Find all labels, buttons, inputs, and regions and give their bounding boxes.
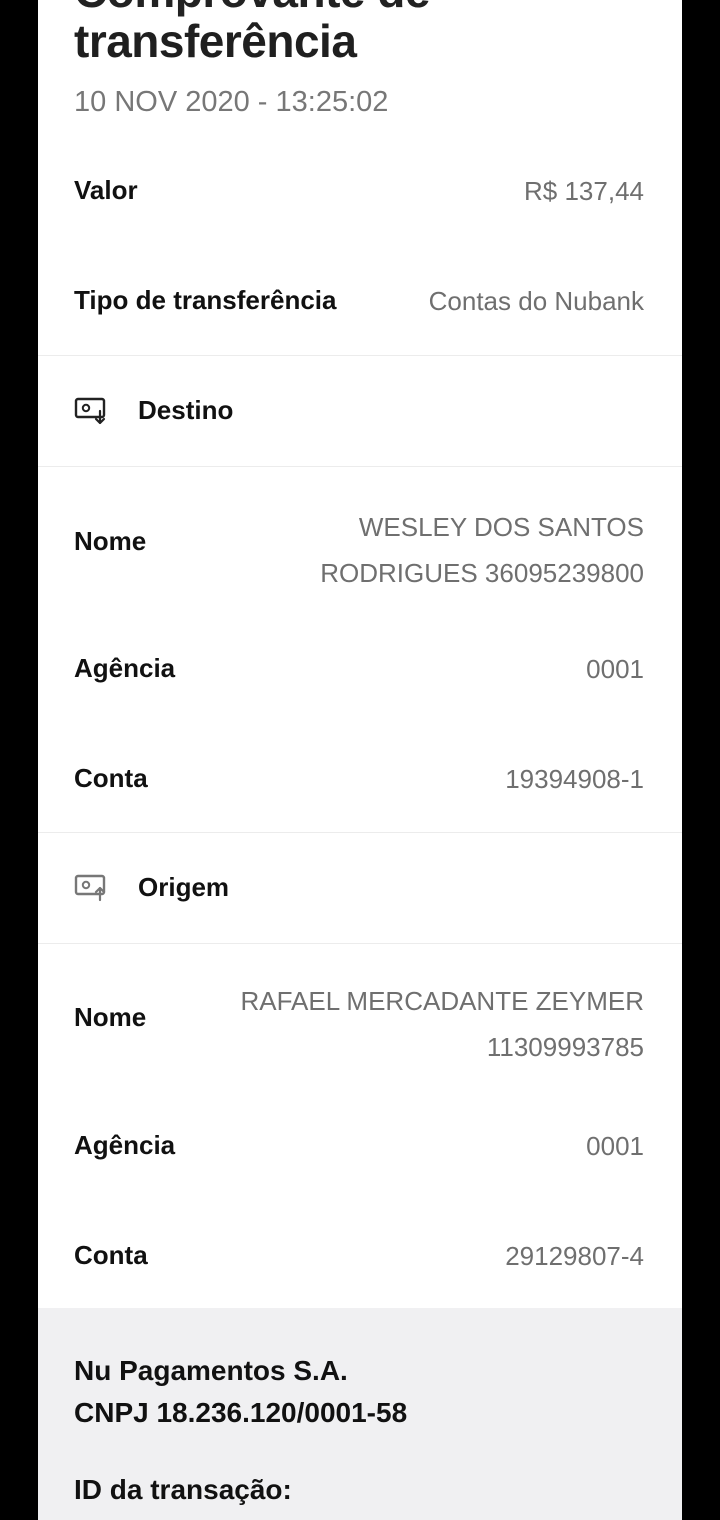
divider bbox=[38, 943, 682, 944]
divider bbox=[38, 466, 682, 467]
company-name: Nu Pagamentos S.A. bbox=[74, 1355, 348, 1386]
origin-name-line1: RAFAEL MERCADANTE ZEYMER bbox=[240, 986, 644, 1016]
transaction-datetime: 10 NOV 2020 - 13:25:02 bbox=[74, 86, 389, 118]
transfer-type-row: Tipo de transferência Contas do Nubank bbox=[38, 278, 682, 324]
destination-agency-label: Agência bbox=[74, 653, 176, 683]
destination-agency-value: 0001 bbox=[586, 654, 644, 684]
destination-name-row: Nome WESLEY DOS SANTOS RODRIGUES 3609523… bbox=[38, 504, 682, 596]
origin-name-row: Nome RAFAEL MERCADANTE ZEYMER 1130999378… bbox=[38, 978, 682, 1070]
transaction-id-label: ID da transação: bbox=[74, 1474, 292, 1505]
origin-name-label: Nome bbox=[74, 1002, 147, 1032]
receipt-panel: Comprovante de transferência 10 NOV 2020… bbox=[38, 0, 682, 1520]
origin-label: Origem bbox=[138, 872, 230, 902]
origin-account-value: 29129807-4 bbox=[505, 1241, 644, 1271]
transfer-type-label: Tipo de transferência bbox=[74, 285, 337, 315]
divider bbox=[38, 832, 682, 833]
value-amount: R$ 137,44 bbox=[524, 176, 644, 206]
receipt-footer: Nu Pagamentos S.A. CNPJ 18.236.120/0001-… bbox=[38, 1308, 682, 1520]
company-info: Nu Pagamentos S.A. CNPJ 18.236.120/0001-… bbox=[74, 1350, 407, 1434]
destination-section-header: Destino bbox=[38, 357, 682, 467]
destination-account-row: Conta 19394908-1 bbox=[38, 756, 682, 802]
value-row: Valor R$ 137,44 bbox=[38, 168, 682, 214]
destination-agency-row: Agência 0001 bbox=[38, 646, 682, 692]
destination-name-line2: RODRIGUES 36095239800 bbox=[320, 558, 644, 588]
page-title: transferência bbox=[74, 15, 357, 67]
origin-agency-value: 0001 bbox=[586, 1131, 644, 1161]
destination-label: Destino bbox=[138, 395, 234, 425]
origin-agency-label: Agência bbox=[74, 1130, 176, 1160]
destination-name-line1: WESLEY DOS SANTOS bbox=[358, 512, 644, 542]
destination-account-value: 19394908-1 bbox=[505, 764, 644, 794]
divider bbox=[38, 355, 682, 356]
origin-agency-row: Agência 0001 bbox=[38, 1123, 682, 1169]
destination-name-label: Nome bbox=[74, 526, 147, 556]
origin-name-value: RAFAEL MERCADANTE ZEYMER 11309993785 bbox=[240, 978, 644, 1070]
origin-section-header: Origem bbox=[38, 834, 682, 944]
destination-name-value: WESLEY DOS SANTOS RODRIGUES 36095239800 bbox=[320, 504, 644, 596]
value-label: Valor bbox=[74, 175, 138, 205]
origin-account-label: Conta bbox=[74, 1240, 148, 1270]
destination-account-label: Conta bbox=[74, 763, 148, 793]
origin-account-row: Conta 29129807-4 bbox=[38, 1233, 682, 1279]
company-cnpj: CNPJ 18.236.120/0001-58 bbox=[74, 1397, 408, 1428]
receive-account-icon bbox=[74, 397, 106, 425]
transfer-type-value: Contas do Nubank bbox=[428, 286, 644, 316]
send-account-icon bbox=[74, 874, 106, 902]
origin-name-line2: 11309993785 bbox=[486, 1032, 644, 1062]
